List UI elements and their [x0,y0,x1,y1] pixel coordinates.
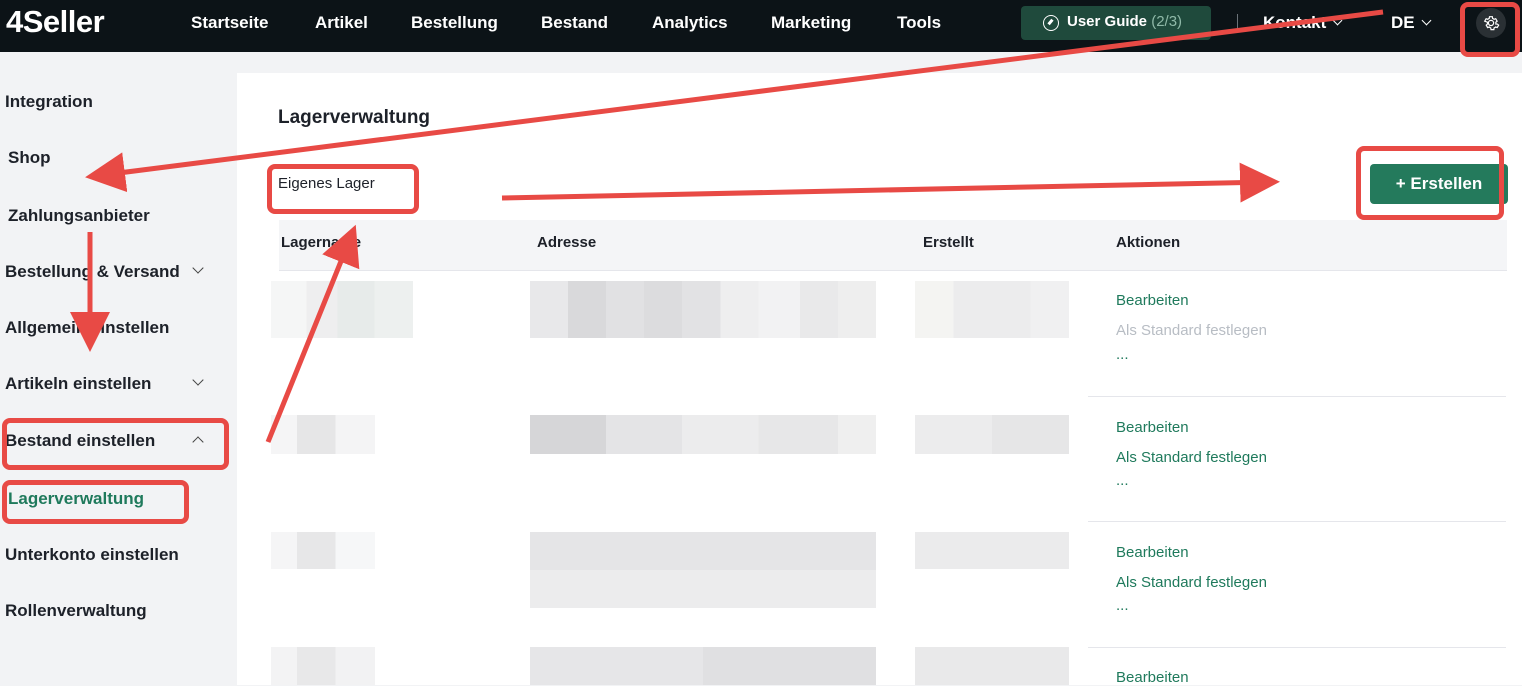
arrow-settings-to-shop [85,9,1384,193]
arrow-tab-to-create [501,162,1280,203]
arrow-lager-to-tab [265,224,360,443]
annotation-arrows [70,9,1384,443]
